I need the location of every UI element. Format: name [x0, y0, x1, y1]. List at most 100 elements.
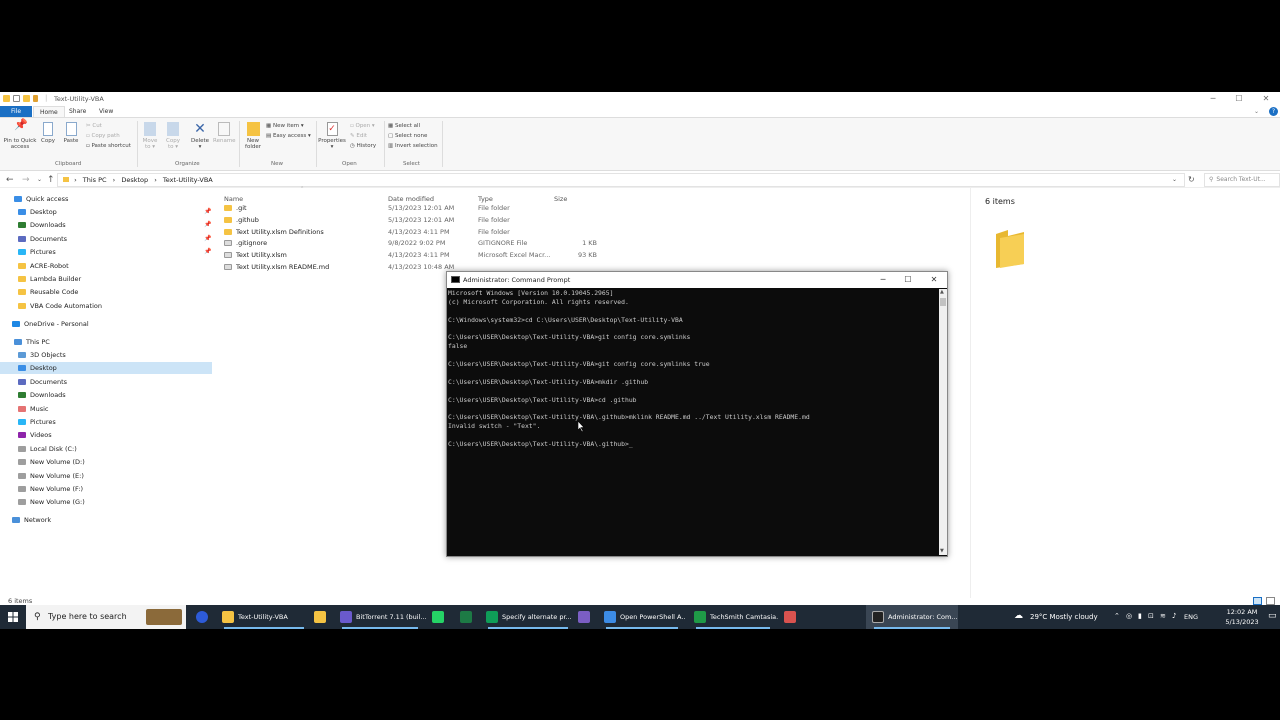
nav-quick-access[interactable]: Quick access	[14, 193, 68, 205]
help-icon[interactable]: ?	[1269, 107, 1278, 116]
open-button[interactable]: ▫ Open ▾	[350, 122, 375, 130]
back-arrow-icon[interactable]: ←	[6, 175, 14, 185]
cmd-maximize-button[interactable]: ☐	[896, 272, 920, 288]
nav-quick-lambda-builder[interactable]: Lambda Builder	[18, 273, 81, 285]
taskbar-vscode[interactable]: Open PowerShell A...	[598, 605, 686, 629]
cmd-close-button[interactable]: ✕	[922, 272, 946, 288]
paste-button[interactable]: Paste	[62, 122, 80, 144]
clock-time[interactable]: 12:02 AM	[1222, 608, 1262, 616]
copy-path-button[interactable]: ▫ Copy path	[86, 132, 120, 140]
copy-to-button[interactable]: Copy to ▾	[164, 122, 182, 150]
nav-quick-desktop[interactable]: Desktop	[18, 206, 57, 218]
refresh-icon[interactable]: ↻	[1188, 175, 1195, 185]
ribbon-collapse-icon[interactable]: ⌄	[1254, 108, 1259, 115]
taskbar-search-input[interactable]: ⚲ Type here to search	[26, 605, 186, 629]
nav-quick-pictures[interactable]: Pictures	[18, 246, 56, 258]
taskbar-camtasia[interactable]: TechSmith Camtasia...	[688, 605, 778, 629]
nav-quick-documents[interactable]: Documents	[18, 233, 67, 245]
minimize-button[interactable]: ─	[1203, 93, 1223, 105]
recent-locations-icon[interactable]: ⌄	[37, 175, 42, 185]
breadcrumb-this-pc[interactable]: This PC	[83, 176, 107, 184]
notification-icon[interactable]: ▭	[1268, 611, 1277, 621]
close-button[interactable]: ✕	[1256, 93, 1276, 105]
nav-network[interactable]: Network	[12, 514, 51, 526]
delete-button[interactable]: ✕ Delete ▾	[190, 122, 210, 150]
windows-start-icon[interactable]	[8, 612, 18, 622]
cut-button[interactable]: ✂ Cut	[86, 122, 102, 130]
nav-quick-reusable-code[interactable]: Reusable Code	[18, 286, 78, 298]
nav-pc-new-volume-e-[interactable]: New Volume (E:)	[18, 470, 84, 482]
nav-pc-pictures[interactable]: Pictures	[18, 416, 56, 428]
pin-to-quick-access-button[interactable]: 📌 Pin to Quick access	[3, 119, 37, 150]
properties-button[interactable]: ✓ Properties ▾	[318, 122, 346, 150]
cmd-minimize-button[interactable]: ─	[871, 272, 895, 288]
app-tray-icon[interactable]: ◎	[1126, 612, 1132, 620]
taskbar-bittorrent[interactable]: BitTorrent 7.11 (buil...	[334, 605, 426, 629]
nav-pc-documents[interactable]: Documents	[18, 376, 67, 388]
history-button[interactable]: ◷ History	[350, 142, 376, 150]
nav-onedrive[interactable]: OneDrive - Personal	[12, 318, 89, 330]
file-row[interactable]: Text Utility.xlsm Definitions 4/13/2023 4…	[222, 226, 602, 238]
breadcrumb[interactable]: › This PC › Desktop › Text-Utility-VBA	[57, 173, 1185, 187]
visual-studio-icon[interactable]	[578, 611, 590, 623]
easy-access-button[interactable]: ▤ Easy access ▾	[266, 132, 311, 140]
copy-button[interactable]: Copy	[40, 122, 56, 144]
invert-selection-button[interactable]: ▥ Invert selection	[388, 142, 438, 150]
select-none-button[interactable]: ▢ Select none	[388, 132, 427, 140]
nav-this-pc[interactable]: This PC	[14, 336, 50, 348]
tab-home[interactable]: Home	[33, 106, 65, 117]
nav-pc-new-volume-f-[interactable]: New Volume (F:)	[18, 483, 83, 495]
nav-pc-downloads[interactable]: Downloads	[18, 389, 66, 401]
breadcrumb-text-utility-vba[interactable]: Text-Utility-VBA	[163, 176, 213, 184]
file-row[interactable]: .git 5/13/2023 12:01 AM File folder	[222, 202, 602, 214]
file-row[interactable]: .gitignore 9/8/2022 9:02 PM GITIGNORE File…	[222, 237, 602, 249]
terminal-output[interactable]: Microsoft Windows [Version 10.0.19045.29…	[448, 289, 938, 555]
network-icon[interactable]: ⊡	[1148, 612, 1154, 620]
nav-pc-videos[interactable]: Videos	[18, 429, 52, 441]
nav-quick-acre-robot[interactable]: ACRE-Robot	[18, 260, 69, 272]
nav-pc-new-volume-g-[interactable]: New Volume (G:)	[18, 496, 85, 508]
recorder-icon[interactable]	[784, 611, 796, 623]
scrollbar-thumb[interactable]	[940, 298, 946, 306]
properties-icon[interactable]	[13, 95, 20, 102]
file-row[interactable]: .github 5/13/2023 12:01 AM File folder	[222, 214, 602, 226]
nav-quick-downloads[interactable]: Downloads	[18, 219, 66, 231]
app-icon[interactable]	[196, 611, 208, 623]
nav-pc-music[interactable]: Music	[18, 403, 49, 415]
quick-access-dropdown-icon[interactable]	[33, 95, 38, 102]
language-indicator[interactable]: ENG	[1184, 613, 1198, 621]
tab-share[interactable]: Share	[63, 106, 92, 117]
taskbar-file-explorer[interactable]: Text-Utility-VBA	[216, 605, 312, 629]
taskbar-edge[interactable]: Specify alternate pr...	[480, 605, 576, 629]
nav-pc-3d-objects[interactable]: 3D Objects	[18, 349, 66, 361]
excel-icon[interactable]	[460, 611, 472, 623]
up-arrow-icon[interactable]: ↑	[47, 175, 55, 185]
folder-icon[interactable]	[314, 611, 326, 623]
breadcrumb-desktop[interactable]: Desktop	[121, 176, 148, 184]
usb-icon[interactable]: ▮	[1138, 612, 1142, 620]
forward-arrow-icon[interactable]: →	[22, 175, 30, 185]
nav-pc-new-volume-d-[interactable]: New Volume (D:)	[18, 456, 85, 468]
move-to-button[interactable]: Move to ▾	[141, 122, 159, 150]
taskbar-command-prompt[interactable]: Administrator: Com...	[866, 605, 958, 629]
details-view-icon[interactable]	[1253, 597, 1262, 605]
cmd-scrollbar[interactable]: ▲ ▼	[939, 289, 947, 555]
large-icons-view-icon[interactable]	[1266, 597, 1275, 605]
tab-file[interactable]: File	[0, 106, 32, 117]
file-row[interactable]: Text Utility.xlsm 4/13/2023 4:11 PM Micros…	[222, 249, 602, 261]
weather-text[interactable]: 29°C Mostly cloudy	[1030, 613, 1098, 621]
tab-view[interactable]: View	[93, 106, 119, 117]
show-hidden-icons-icon[interactable]: ⌃	[1114, 612, 1120, 620]
scroll-up-icon[interactable]: ▲	[940, 289, 944, 295]
new-item-button[interactable]: ▦ New item ▾	[266, 122, 304, 130]
wifi-icon[interactable]: ≋	[1160, 612, 1166, 620]
search-input[interactable]: ⚲ Search Text-Ut...	[1204, 173, 1280, 187]
paste-shortcut-button[interactable]: ▫ Paste shortcut	[86, 142, 131, 150]
volume-icon[interactable]: ♪	[1172, 612, 1176, 620]
new-folder-icon[interactable]	[23, 95, 30, 102]
select-all-button[interactable]: ▦ Select all	[388, 122, 420, 130]
scroll-down-icon[interactable]: ▼	[940, 548, 944, 554]
edit-button[interactable]: ✎ Edit	[350, 132, 367, 140]
nav-pc-local-disk-c-[interactable]: Local Disk (C:)	[18, 443, 77, 455]
maximize-button[interactable]: ☐	[1229, 93, 1249, 105]
